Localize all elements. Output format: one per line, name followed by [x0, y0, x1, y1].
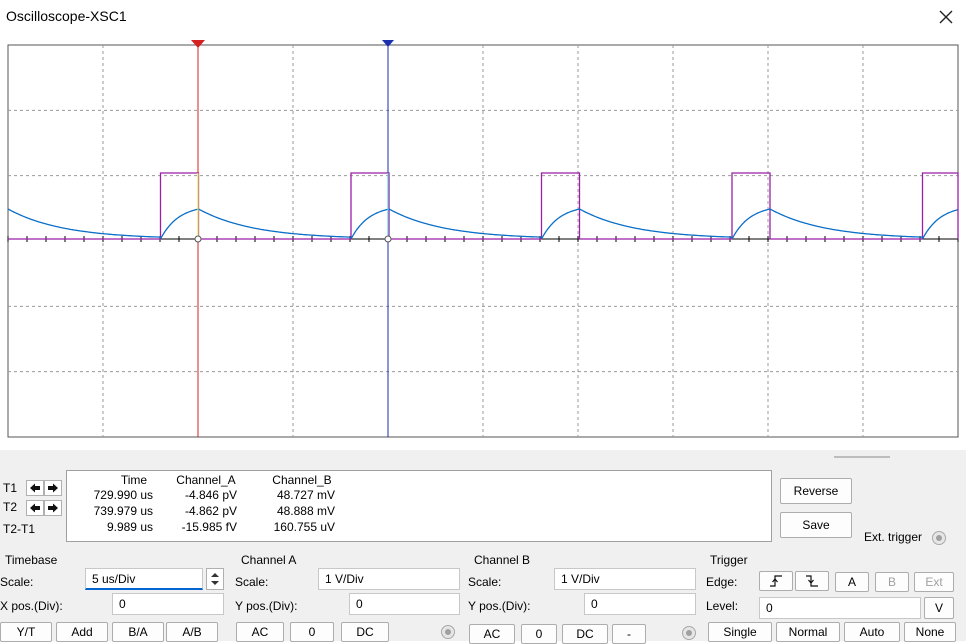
- channel-b-scale-input[interactable]: 1 V/Div: [554, 568, 696, 590]
- channel-b-ac-button[interactable]: AC: [469, 624, 515, 644]
- timebase-scale-spinner[interactable]: [206, 568, 224, 590]
- cursor-t1-marker: [194, 235, 202, 243]
- channel-a-zero-button[interactable]: 0: [290, 622, 334, 642]
- mode-ab-button[interactable]: A/B: [166, 622, 218, 642]
- timebase-title: Timebase: [5, 553, 58, 567]
- arrow-left-icon: [30, 483, 40, 493]
- t2-t1-label: T2-T1: [3, 522, 36, 536]
- channel-a-ypos-label: Y pos.(Div):: [235, 599, 298, 613]
- channel-b-ypos-input[interactable]: 0: [584, 593, 696, 615]
- trigger-level-input[interactable]: 0: [759, 597, 921, 619]
- scope-grid: [7, 44, 959, 438]
- channel-a-dc-button[interactable]: DC: [341, 622, 389, 642]
- t1-label: T1: [3, 481, 18, 495]
- trigger-normal-button[interactable]: Normal: [776, 622, 840, 642]
- trigger-falling-edge-button[interactable]: [795, 571, 829, 591]
- trigger-none-button[interactable]: None: [904, 622, 956, 642]
- cursor-t2-marker: [384, 235, 392, 243]
- channel-b-title: Channel B: [474, 553, 531, 567]
- channel-a-scale-input[interactable]: 1 V/Div: [318, 568, 460, 590]
- t1-right-button[interactable]: [44, 480, 62, 496]
- channel-a-title: Channel A: [241, 553, 297, 567]
- t2-left-button[interactable]: [26, 500, 44, 516]
- channel-b-scale-label: Scale:: [468, 575, 502, 589]
- timebase-xpos-label: X pos.(Div):: [0, 599, 63, 613]
- header-channel-b: Channel_B: [272, 473, 332, 487]
- ext-trigger-terminal[interactable]: [932, 531, 946, 545]
- trigger-level-label: Level:: [706, 599, 739, 613]
- mode-ba-button[interactable]: B/A: [112, 622, 164, 642]
- t2-right-button[interactable]: [44, 500, 62, 516]
- t2-label: T2: [3, 500, 18, 514]
- channel-b-ypos-label: Y pos.(Div):: [468, 599, 531, 613]
- window-title: Oscilloscope-XSC1: [6, 8, 127, 24]
- trigger-source-a-button[interactable]: A: [835, 572, 869, 592]
- header-channel-a: Channel_A: [176, 473, 236, 487]
- channel-a-ypos-input[interactable]: 0: [349, 593, 460, 615]
- panel-resize-grip[interactable]: [834, 455, 890, 459]
- trigger-rising-edge-button[interactable]: [759, 571, 793, 591]
- trigger-level-unit[interactable]: V: [924, 597, 954, 619]
- rising-edge-icon: [770, 575, 782, 587]
- falling-edge-icon: [806, 575, 818, 587]
- trigger-title: Trigger: [710, 553, 748, 567]
- title-bar: Oscilloscope-XSC1: [0, 0, 966, 34]
- delta-time: 9.989 us: [106, 520, 153, 534]
- delta-channel-b: 160.755 uV: [273, 520, 335, 534]
- t1-channel-b: 48.727 mV: [276, 488, 335, 502]
- channel-b-zero-button[interactable]: 0: [521, 624, 557, 644]
- spinner-arrows-icon: [211, 573, 219, 585]
- close-icon: [939, 10, 953, 24]
- scope-display[interactable]: [0, 34, 966, 450]
- delta-channel-a: -15.985 fV: [181, 520, 237, 534]
- cursor-readout-table: Time Channel_A Channel_B 729.990 us -4.8…: [66, 470, 772, 542]
- timebase-scale-input[interactable]: 5 us/Div: [85, 568, 203, 590]
- t2-time: 739.979 us: [93, 504, 153, 518]
- t2-channel-a: -4.862 pV: [184, 504, 237, 518]
- header-time: Time: [120, 473, 148, 487]
- mode-add-button[interactable]: Add: [56, 622, 108, 642]
- trigger-single-button[interactable]: Single: [708, 622, 772, 642]
- timebase-xpos-input[interactable]: 0: [112, 593, 224, 615]
- arrow-right-icon: [48, 503, 58, 513]
- ext-trigger-label: Ext. trigger: [864, 530, 923, 544]
- arrow-left-icon: [30, 503, 40, 513]
- control-panel: T1 T2 T2-T1 Time Channel_A Channel_B 729…: [0, 450, 966, 644]
- trigger-source-ext-button[interactable]: Ext: [914, 572, 954, 592]
- scope-screen[interactable]: [0, 34, 966, 450]
- mode-yt-button[interactable]: Y/T: [0, 622, 52, 642]
- trigger-source-b-button[interactable]: B: [875, 572, 909, 592]
- timebase-scale-label: Scale:: [0, 575, 34, 589]
- t2-channel-b: 48.888 mV: [276, 504, 335, 518]
- t1-channel-a: -4.846 pV: [184, 488, 237, 502]
- save-button[interactable]: Save: [780, 512, 852, 538]
- channel-b-invert-button[interactable]: -: [612, 624, 646, 644]
- reverse-button[interactable]: Reverse: [780, 478, 852, 504]
- trigger-auto-button[interactable]: Auto: [844, 622, 900, 642]
- arrow-right-icon: [48, 483, 58, 493]
- channel-a-ac-button[interactable]: AC: [236, 622, 284, 642]
- trigger-edge-label: Edge:: [706, 575, 738, 589]
- channel-a-scale-label: Scale:: [235, 575, 269, 589]
- channel-b-terminal[interactable]: [682, 626, 696, 640]
- t1-time: 729.990 us: [93, 488, 153, 502]
- close-button[interactable]: [932, 4, 960, 30]
- channel-a-terminal[interactable]: [441, 625, 455, 639]
- t1-left-button[interactable]: [26, 480, 44, 496]
- channel-b-dc-button[interactable]: DC: [562, 624, 608, 644]
